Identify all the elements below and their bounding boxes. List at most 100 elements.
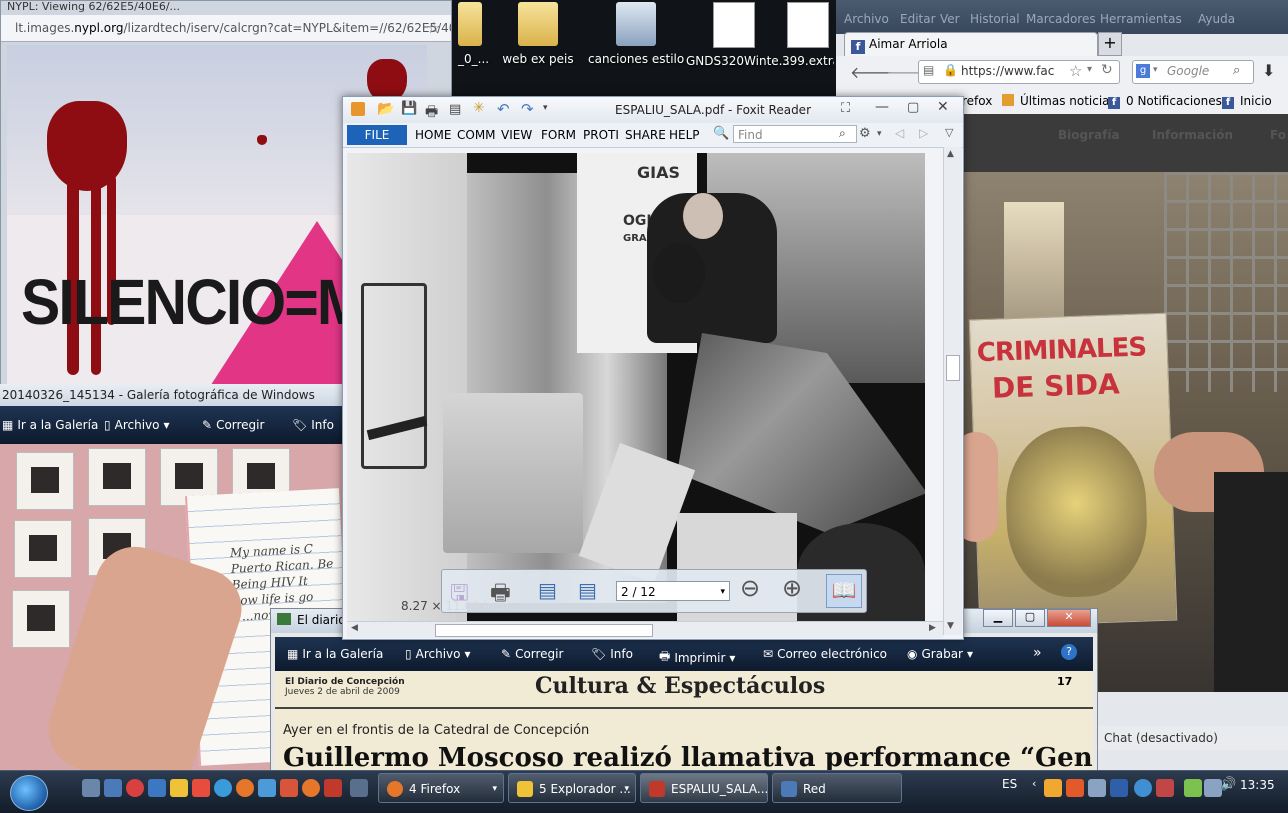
print-icon[interactable]: 🖶: [490, 576, 511, 614]
nypl-url-text[interactable]: lt.images.nypl.org/lizardtech/iserv/calc…: [15, 21, 451, 35]
scroll-right-icon[interactable]: ▶: [929, 623, 936, 633]
taskbar-foxit[interactable]: ESPALIU_SALA....: [640, 773, 768, 803]
start-button[interactable]: [10, 775, 48, 811]
tab-aimar-arriola[interactable]: f Aimar Arriola: [844, 32, 1098, 57]
dropdown-arrow-icon[interactable]: ▾: [1153, 65, 1158, 75]
scroll-down-icon[interactable]: ▼: [947, 621, 954, 631]
menu-herramientas[interactable]: Herramientas: [1100, 12, 1182, 26]
more-chevron-icon[interactable]: »: [1033, 645, 1042, 661]
undo-icon[interactable]: ↶: [497, 100, 510, 118]
menu-editar[interactable]: Editar: [900, 12, 936, 26]
quicklaunch-firefox-icon[interactable]: [236, 779, 254, 797]
collapse-ribbon-icon[interactable]: ▽: [945, 126, 953, 139]
quicklaunch-explorer-icon[interactable]: [104, 779, 122, 797]
search-box[interactable]: g ▾ Google ⌕: [1132, 60, 1254, 84]
properties-icon[interactable]: ▤: [449, 102, 461, 117]
volume-icon[interactable]: 🔊: [1220, 777, 1236, 792]
nypl-url-bar[interactable]: lt.images.nypl.org/lizardtech/iserv/calc…: [1, 15, 451, 42]
bluetooth-icon[interactable]: [1134, 779, 1152, 797]
tray-app-icon[interactable]: [1066, 779, 1084, 797]
bookmark-ultimas-noticias[interactable]: Últimas noticias: [1002, 94, 1116, 108]
new-tab-button[interactable]: +: [1098, 32, 1122, 56]
desktop-icon-canciones[interactable]: canciones estilo: [588, 0, 684, 72]
fb-nav-informacion[interactable]: Información: [1152, 128, 1233, 142]
previous-page-icon[interactable]: ▤: [538, 578, 557, 602]
fullscreen-icon[interactable]: ⛶: [841, 101, 850, 116]
find-icon[interactable]: 🔍: [713, 126, 729, 141]
maximize-button[interactable]: ▢: [907, 100, 919, 115]
foxit-app-icon[interactable]: [351, 102, 365, 116]
quicklaunch-show-desktop-icon[interactable]: [82, 779, 100, 797]
scroll-left-icon[interactable]: ◀: [351, 623, 358, 633]
info-button[interactable]: 🏷 Info: [591, 647, 633, 661]
menu-ver[interactable]: Ver: [940, 12, 960, 26]
fix-button[interactable]: ✎ Corregir: [202, 418, 264, 432]
quicklaunch-foxit-icon[interactable]: [324, 779, 342, 797]
taskbar-firefox-group[interactable]: 4 Firefox ▾: [378, 773, 504, 803]
tab-form[interactable]: FORM: [541, 128, 576, 142]
search-icon[interactable]: ⌕: [1233, 63, 1240, 78]
taskbar-network[interactable]: Red: [772, 773, 902, 803]
bookmark-firefox[interactable]: refox: [962, 94, 992, 108]
menu-ayuda[interactable]: Ayuda: [1198, 12, 1235, 26]
menu-archivo[interactable]: Archivo: [844, 12, 889, 26]
quicklaunch-more-icon[interactable]: [350, 779, 368, 797]
info-button[interactable]: 🏷 Info: [292, 418, 334, 432]
desktop-icon-399-extra[interactable]: 399.extra sty: [782, 0, 834, 72]
tab-protect[interactable]: PROTI: [583, 128, 619, 142]
dropdown-arrow-icon[interactable]: ▾: [1087, 64, 1092, 75]
fb-nav-biografia[interactable]: Biografía: [1058, 128, 1120, 142]
file-menu-button[interactable]: ▯ Archivo ▾: [104, 418, 170, 432]
tray-app-icon[interactable]: [1110, 779, 1128, 797]
bookmark-star-icon[interactable]: ☆: [427, 18, 441, 37]
search-placeholder[interactable]: Google: [1167, 64, 1209, 78]
customize-arrow-icon[interactable]: ▾: [543, 103, 548, 113]
new-icon[interactable]: ✳: [473, 100, 485, 116]
download-icon[interactable]: ⬇: [1262, 61, 1275, 80]
bookmark-inicio[interactable]: f Inicio: [1222, 94, 1272, 109]
reading-mode-icon[interactable]: 📖: [826, 574, 862, 608]
quicklaunch-firefox-icon[interactable]: [302, 779, 320, 797]
tab-home[interactable]: HOME: [415, 128, 451, 142]
fb-nav-fotos[interactable]: Fo: [1270, 128, 1286, 142]
menu-marcadores[interactable]: Marcadores: [1026, 12, 1096, 26]
tray-app-icon[interactable]: [1156, 779, 1174, 797]
tab-help[interactable]: HELP: [669, 128, 700, 142]
next-page-icon[interactable]: ▤: [578, 578, 597, 602]
scrollbar-thumb[interactable]: [946, 355, 960, 381]
url-text[interactable]: https://www.fac: [961, 64, 1054, 78]
quicklaunch-opera-icon[interactable]: [126, 779, 144, 797]
clock[interactable]: 13:35: [1240, 778, 1275, 792]
language-indicator[interactable]: ES: [1002, 777, 1017, 791]
foxit-reader-window[interactable]: 📂 💾 🖶 ▤ ✳ ↶ ↷ ▾ ESPALIU_SALA.pdf - Foxit…: [342, 96, 964, 640]
desktop-icon-web-ex-peis[interactable]: web ex peis: [490, 0, 586, 72]
tray-expand-icon[interactable]: ‹: [1032, 777, 1036, 790]
maximize-button[interactable]: ▢: [1015, 609, 1045, 627]
quicklaunch-media-icon[interactable]: [192, 779, 210, 797]
minimize-button[interactable]: ▁: [983, 609, 1013, 627]
address-bar[interactable]: ▤ 🔒 https://www.fac ☆ ▾ ↻: [918, 60, 1120, 84]
reload-icon[interactable]: ↻: [1101, 62, 1113, 78]
desktop-icon-gnds320[interactable]: GNDS320Winte...: [686, 0, 790, 72]
tab-view[interactable]: VIEW: [501, 128, 532, 142]
vertical-scrollbar[interactable]: ▲ ▼: [943, 147, 962, 635]
email-button[interactable]: ✉ Correo electrónico: [763, 647, 887, 661]
site-identity-icon[interactable]: ▤: [923, 63, 934, 77]
burn-button[interactable]: ◉ Grabar ▾: [907, 647, 973, 661]
tray-app-icon[interactable]: [1088, 779, 1106, 797]
go-to-gallery-button[interactable]: ▦ Ir a la Galería: [2, 418, 98, 432]
save-icon[interactable]: 💾: [401, 101, 417, 116]
quicklaunch-app-icon[interactable]: [280, 779, 298, 797]
bookmark-notificaciones[interactable]: f0 Notificaciones: [1108, 94, 1222, 109]
page-number-input[interactable]: 2 / 12 ▾: [616, 581, 730, 601]
zoom-in-icon[interactable]: ⊕: [782, 574, 802, 602]
tray-app-icon[interactable]: [1044, 779, 1062, 797]
go-to-gallery-button[interactable]: ▦ Ir a la Galería: [287, 647, 383, 661]
fix-button[interactable]: ✎ Corregir: [501, 647, 563, 661]
close-button[interactable]: ✕: [1047, 609, 1091, 627]
scrollbar-thumb[interactable]: [435, 624, 653, 637]
scroll-up-icon[interactable]: ▲: [947, 149, 954, 159]
redo-icon[interactable]: ↷: [521, 100, 534, 118]
zoom-out-icon[interactable]: ⊖: [740, 574, 760, 602]
taskbar-explorer-group[interactable]: 5 Explorador ... ▾: [508, 773, 636, 803]
